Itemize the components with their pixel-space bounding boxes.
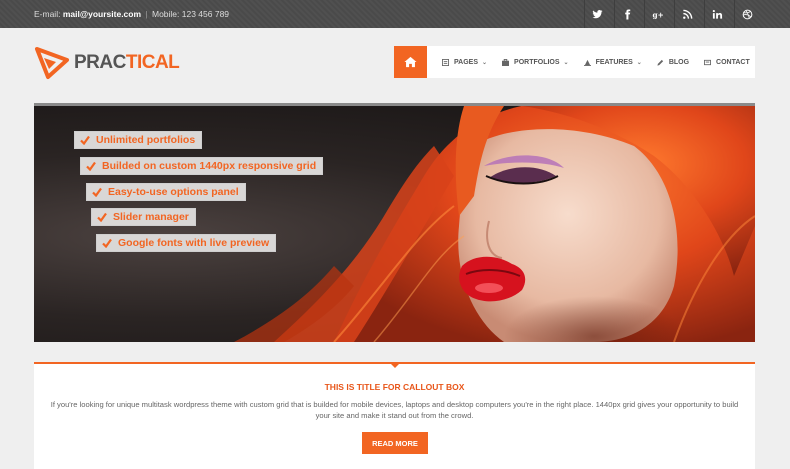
feature-item: Google fonts with live preview [96, 234, 277, 252]
nav-item-pages[interactable]: Pages ⌄ [442, 58, 488, 66]
mobile-number: Mobile: 123 456 789 [152, 9, 230, 19]
callout-box: THIS IS TITLE FOR CALLOUT BOX If you're … [34, 362, 755, 469]
nav-label-features: Features [595, 58, 633, 66]
feature-label: Builded on custom 1440px responsive grid [102, 160, 317, 172]
features-icon [583, 59, 591, 66]
linkedin-icon[interactable] [704, 0, 730, 28]
contact-icon [704, 59, 712, 65]
checkmark-icon [92, 187, 102, 197]
callout-text: If you're looking for unique multitask w… [50, 400, 739, 420]
nav-label-contact: Contact [716, 58, 750, 66]
feature-label: Easy-to-use options panel [108, 186, 239, 198]
nav-item-portfolios[interactable]: Portfolios ⌄ [502, 58, 569, 66]
feature-item: Unlimited portfolios [74, 131, 203, 149]
google-plus-icon[interactable]: g+ [644, 0, 670, 28]
main-navigation: Pages ⌄ Portfolios ⌄ Features ⌄ Blog Con… [394, 46, 755, 78]
chevron-down-icon: ⌄ [482, 59, 488, 66]
feature-item: Easy-to-use options panel [86, 183, 246, 201]
facebook-icon[interactable] [614, 0, 640, 28]
brand-name-part2: TICAL [125, 52, 180, 73]
nav-item-blog[interactable]: Blog [657, 59, 689, 66]
portfolio-icon [502, 58, 510, 66]
nav-label-blog: Blog [668, 58, 690, 66]
checkmark-icon [86, 161, 96, 171]
nav-label-portfolios: Portfolios [514, 58, 560, 66]
nav-label-pages: Pages [454, 58, 478, 66]
nav-item-features[interactable]: Features ⌄ [583, 58, 642, 66]
feature-label: Unlimited portfolios [96, 134, 196, 146]
hero-slider[interactable]: Unlimited portfolios Builded on custom 1… [34, 106, 755, 342]
logo-mark-icon [35, 47, 69, 79]
feature-item: Slider manager [91, 208, 196, 226]
brand-name: PRACTICAL [74, 52, 180, 74]
site-logo[interactable]: PRACTICAL [34, 46, 180, 80]
chevron-down-icon: ⌄ [563, 59, 569, 66]
page-icon [442, 58, 449, 66]
email-link[interactable]: mail@yoursite.com [63, 9, 141, 19]
chevron-down-icon: ⌄ [636, 59, 642, 66]
email-label: E-mail: [34, 9, 61, 19]
dribbble-icon[interactable] [734, 0, 760, 28]
home-icon [404, 56, 417, 68]
checkmark-icon [97, 212, 107, 222]
read-more-button[interactable]: READ MORE [362, 432, 428, 454]
brand-name-part1: PRAC [74, 52, 126, 73]
nav-item-contact[interactable]: Contact [704, 59, 750, 66]
checkmark-icon [102, 238, 112, 248]
svg-text:g+: g+ [652, 10, 663, 19]
contact-separator: | [145, 9, 148, 19]
feature-item: Builded on custom 1440px responsive grid [80, 157, 324, 175]
callout-title: THIS IS TITLE FOR CALLOUT BOX [324, 382, 465, 392]
home-button[interactable] [394, 46, 427, 78]
feature-label: Google fonts with live preview [118, 237, 270, 249]
feature-label: Slider manager [113, 211, 189, 223]
twitter-icon[interactable] [584, 0, 610, 28]
pencil-icon [657, 59, 663, 66]
rss-icon[interactable] [674, 0, 700, 28]
callout-notch [389, 362, 401, 368]
contact-info: E-mail: mail@yoursite.com | Mobile: 123 … [34, 9, 229, 19]
top-bar: E-mail: mail@yoursite.com | Mobile: 123 … [0, 0, 790, 28]
checkmark-icon [80, 135, 90, 145]
social-links: g+ [580, 0, 760, 28]
